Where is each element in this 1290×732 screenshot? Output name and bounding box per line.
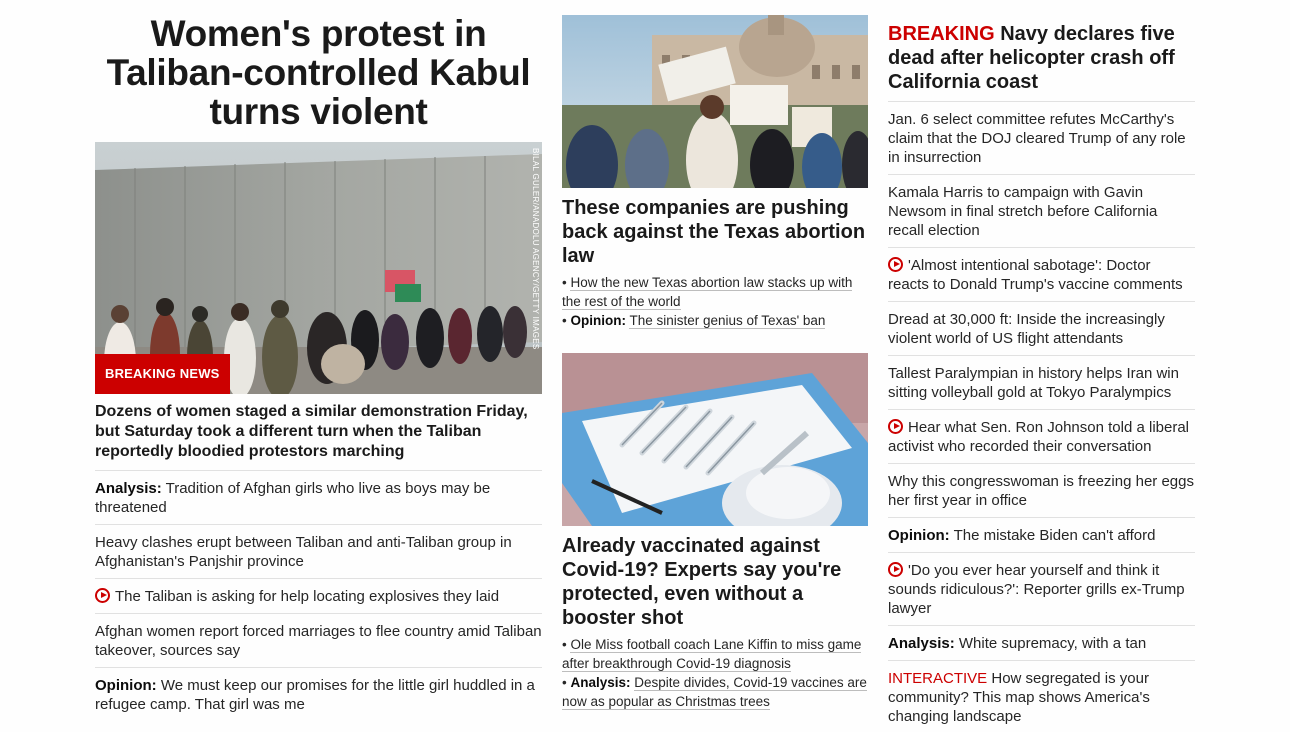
lead-photo[interactable]: BILAL GULER/ANADOLU AGENCY/GETTY IMAGES …: [95, 142, 542, 394]
right-column: BREAKING Navy declares five dead after h…: [888, 0, 1195, 732]
story-text: Jan. 6 select committee refutes McCarthy…: [888, 111, 1186, 166]
play-video-icon: [888, 419, 903, 434]
bullet-item: • Ole Miss football coach Lane Kiffin to…: [562, 637, 862, 672]
texas-protest-photo[interactable]: [562, 15, 868, 188]
texas-bullets: • How the new Texas abortion law stacks …: [562, 268, 868, 330]
story-text: Dread at 30,000 ft: Inside the increasin…: [888, 311, 1165, 347]
story-link[interactable]: Hear what Sen. Ron Johnson told a libera…: [888, 410, 1195, 464]
bullet-item: • How the new Texas abortion law stacks …: [562, 275, 853, 310]
vaccine-photo[interactable]: [562, 353, 868, 526]
play-video-icon: [888, 562, 903, 577]
play-video-icon: [95, 588, 110, 603]
story-link[interactable]: Heavy clashes erupt between Taliban and …: [95, 525, 542, 579]
story-text: Why this congresswoman is freezing her e…: [888, 473, 1194, 509]
story-prefix: Opinion:: [888, 527, 950, 544]
lead-story-list: Analysis: Tradition of Afghan girls who …: [95, 471, 542, 721]
story-text: Kamala Harris to campaign with Gavin New…: [888, 184, 1158, 239]
story-link[interactable]: 'Almost intentional sabotage': Doctor re…: [888, 248, 1195, 302]
protest-photo-icon: [562, 15, 868, 188]
bullet-prefix: Opinion:: [570, 313, 626, 328]
covid-headline[interactable]: Already vaccinated against Covid-19? Exp…: [562, 526, 868, 630]
lead-headline[interactable]: Women's protest in Taliban-controlled Ka…: [95, 0, 542, 142]
middle-story-texas: These companies are pushing back against…: [562, 15, 868, 330]
story-text: 'Almost intentional sabotage': Doctor re…: [888, 257, 1183, 293]
texas-headline[interactable]: These companies are pushing back against…: [562, 188, 868, 268]
middle-story-covid: Already vaccinated against Covid-19? Exp…: [562, 353, 868, 711]
right-story-list: Jan. 6 select committee refutes McCarthy…: [888, 102, 1195, 732]
bullet-link[interactable]: Ole Miss football coach Lane Kiffin to m…: [562, 637, 862, 672]
story-link[interactable]: INTERACTIVE How segregated is your commu…: [888, 661, 1195, 732]
story-link[interactable]: Opinion: We must keep our promises for t…: [95, 668, 542, 721]
story-text: The mistake Biden can't afford: [953, 527, 1156, 544]
bullet-link[interactable]: The sinister genius of Texas' ban: [629, 313, 826, 329]
story-link[interactable]: Opinion: The mistake Biden can't afford: [888, 518, 1195, 553]
lead-subhead[interactable]: Dozens of women staged a similar demonst…: [95, 394, 542, 471]
story-text: We must keep our promises for the little…: [95, 677, 535, 713]
photo-credit: BILAL GULER/ANADOLU AGENCY/GETTY IMAGES: [531, 148, 540, 350]
story-link[interactable]: Afghan women report forced marriages to …: [95, 614, 542, 668]
middle-column: These companies are pushing back against…: [562, 0, 868, 711]
bullet-prefix: Analysis:: [570, 675, 631, 690]
story-prefix: Analysis:: [95, 480, 162, 497]
breaking-label: BREAKING: [888, 23, 995, 45]
bullet-item: • Analysis: Despite divides, Covid-19 va…: [562, 675, 867, 710]
breaking-news-badge: BREAKING NEWS: [95, 354, 230, 394]
story-link[interactable]: Dread at 30,000 ft: Inside the increasin…: [888, 302, 1195, 356]
story-link[interactable]: Jan. 6 select committee refutes McCarthy…: [888, 102, 1195, 175]
story-prefix: Opinion:: [95, 677, 157, 694]
story-text: 'Do you ever hear yourself and think it …: [888, 562, 1185, 617]
story-link[interactable]: Kamala Harris to campaign with Gavin New…: [888, 175, 1195, 248]
story-prefix: Analysis:: [888, 635, 955, 652]
story-text: The Taliban is asking for help locating …: [115, 588, 500, 605]
play-video-icon: [888, 257, 903, 272]
syringe-photo-icon: [562, 353, 868, 526]
covid-bullets: • Ole Miss football coach Lane Kiffin to…: [562, 630, 868, 711]
story-link[interactable]: Tallest Paralympian in history helps Ira…: [888, 356, 1195, 410]
story-text: Tallest Paralympian in history helps Ira…: [888, 365, 1179, 401]
story-text: Hear what Sen. Ron Johnson told a libera…: [888, 419, 1190, 455]
lead-column: Women's protest in Taliban-controlled Ka…: [95, 0, 542, 721]
story-text: Afghan women report forced marriages to …: [95, 623, 542, 659]
story-text: Heavy clashes erupt between Taliban and …: [95, 534, 512, 570]
bullet-item: • Opinion: The sinister genius of Texas'…: [562, 313, 826, 329]
story-text: White supremacy, with a tan: [958, 635, 1147, 652]
bullet-link[interactable]: How the new Texas abortion law stacks up…: [562, 275, 853, 310]
story-link[interactable]: Why this congresswoman is freezing her e…: [888, 464, 1195, 518]
story-link[interactable]: The Taliban is asking for help locating …: [95, 579, 542, 614]
story-link[interactable]: 'Do you ever hear yourself and think it …: [888, 553, 1195, 626]
interactive-label: INTERACTIVE: [888, 670, 988, 687]
breaking-headline[interactable]: BREAKING Navy declares five dead after h…: [888, 0, 1195, 102]
story-link[interactable]: Analysis: White supremacy, with a tan: [888, 626, 1195, 661]
story-link[interactable]: Analysis: Tradition of Afghan girls who …: [95, 471, 542, 525]
